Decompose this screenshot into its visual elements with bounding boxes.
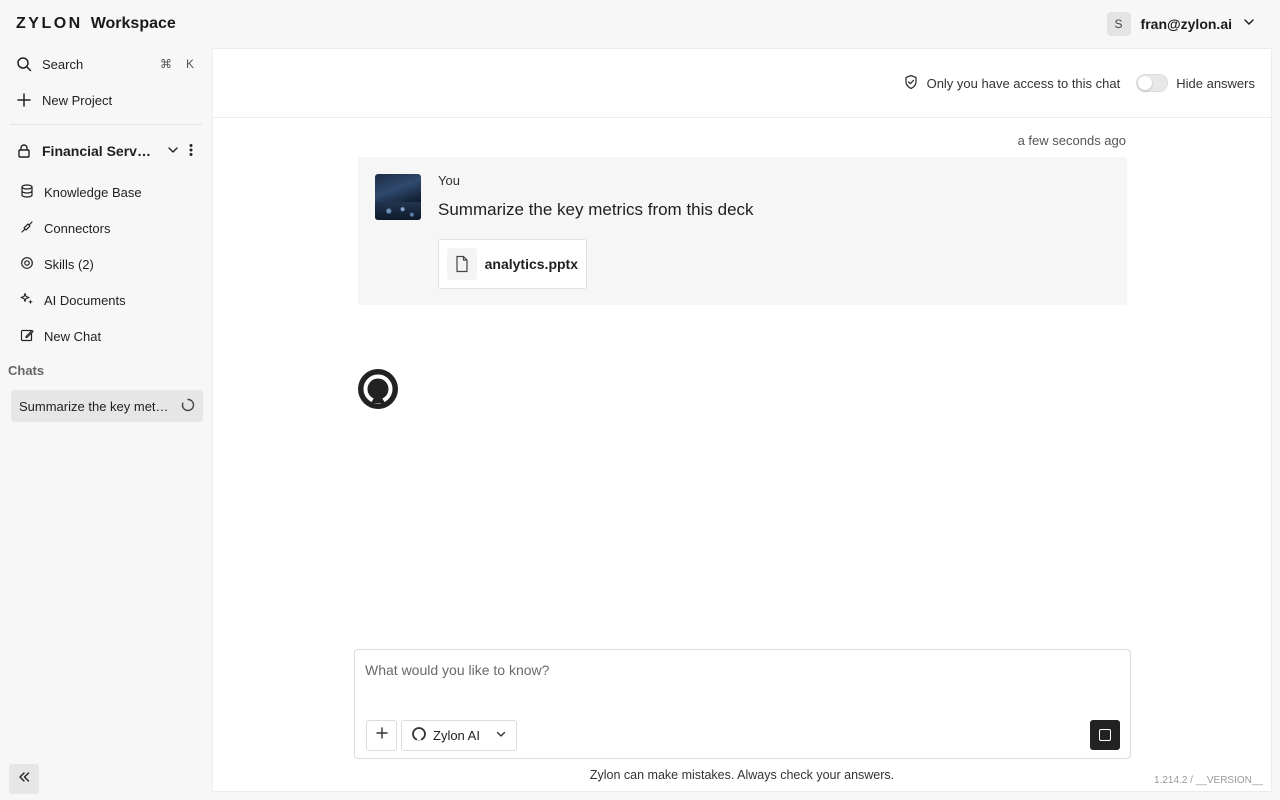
search-icon	[16, 56, 32, 72]
skills-icon	[20, 256, 34, 273]
stop-generation-button[interactable]	[1090, 720, 1120, 750]
new-project-button[interactable]: New Project	[8, 84, 202, 116]
shortcut-key: K	[185, 57, 194, 71]
file-icon	[447, 248, 477, 280]
access-label: Only you have access to this chat	[926, 75, 1121, 91]
project-header[interactable]: Financial Services	[8, 135, 202, 167]
project-actions	[166, 143, 194, 160]
new-project-label: New Project	[42, 92, 113, 108]
user-email: fran@zylon.ai	[1140, 16, 1232, 32]
chevron-down-icon	[495, 728, 507, 743]
shield-check-icon	[903, 74, 919, 93]
user-message-avatar	[375, 174, 421, 220]
collapse-sidebar-button[interactable]	[9, 764, 39, 794]
sidebar-item-label: Connectors	[44, 220, 111, 236]
message-author: You	[438, 173, 460, 188]
database-icon	[20, 183, 34, 201]
hide-answers-toggle[interactable]: Hide answers	[1136, 74, 1255, 92]
chat-header: Only you have access to this chat Hide a…	[213, 49, 1271, 118]
shortcut-modifier: ⌘	[159, 57, 172, 71]
attachment-file-name: analytics.pptx	[484, 256, 578, 272]
user-avatar: S	[1106, 12, 1131, 36]
model-name: Zylon AI	[433, 728, 480, 743]
edit-icon	[20, 328, 34, 345]
disclaimer-text: Zylon can make mistakes. Always check yo…	[589, 768, 895, 782]
version-label: 1.214.2 / __VERSION__	[1154, 775, 1263, 786]
project-name: Financial Services	[42, 143, 154, 159]
sidebar-divider	[10, 124, 202, 125]
user-menu[interactable]: S fran@zylon.ai	[1106, 12, 1256, 36]
sidebar-item-knowledge-base[interactable]: Knowledge Base	[12, 176, 202, 208]
sidebar: Search ⌘ K New Project Financial Service…	[0, 48, 212, 800]
add-attachment-button[interactable]	[366, 720, 397, 751]
brand-product-name: Workspace	[90, 15, 176, 32]
sidebar-item-label: AI Documents	[44, 292, 126, 308]
sidebar-item-label: New Chat	[44, 328, 102, 344]
brand-logo: ZYLON	[16, 15, 83, 32]
message-timestamp: a few seconds ago	[1017, 133, 1126, 148]
chat-title: Summarize the key metrics from this deck	[19, 398, 171, 414]
sidebar-item-label: Skills (2)	[44, 256, 94, 272]
project-expand-chevron-icon[interactable]	[166, 143, 180, 160]
project-more-options-icon[interactable]	[188, 143, 194, 160]
chevron-down-icon	[1242, 15, 1256, 34]
brand: ZYLON Workspace	[16, 15, 176, 33]
chat-list-item[interactable]: Summarize the key metrics from this deck	[11, 390, 203, 422]
file-attachment[interactable]: analytics.pptx	[438, 239, 587, 289]
model-logo-icon	[411, 726, 427, 745]
search-label: Search	[42, 56, 84, 72]
sidebar-item-label: Knowledge Base	[44, 184, 142, 200]
model-selector[interactable]: Zylon AI	[401, 720, 517, 751]
sparkles-icon	[20, 292, 34, 309]
message-composer: Zylon AI	[354, 649, 1131, 759]
message-input[interactable]	[365, 658, 1120, 682]
search-shortcut: ⌘ K	[160, 57, 194, 71]
search-button[interactable]: Search ⌘ K	[8, 48, 202, 80]
sidebar-item-ai-documents[interactable]: AI Documents	[12, 284, 202, 316]
user-message: You Summarize the key metrics from this …	[358, 157, 1127, 305]
chats-section-label: Chats	[8, 363, 45, 378]
toggle-switch[interactable]	[1136, 74, 1169, 92]
sidebar-item-new-chat[interactable]: New Chat	[12, 320, 202, 352]
hide-answers-label: Hide answers	[1176, 75, 1255, 91]
sidebar-item-connectors[interactable]: Connectors	[12, 212, 202, 244]
top-bar: ZYLON Workspace S fran@zylon.ai	[0, 0, 1280, 48]
plug-icon	[20, 220, 34, 237]
lock-icon	[16, 143, 32, 159]
double-chevron-left-icon	[17, 770, 31, 789]
loading-spinner-icon	[181, 398, 195, 415]
assistant-avatar-icon	[358, 369, 398, 409]
plus-icon	[16, 92, 32, 108]
chat-panel: Only you have access to this chat Hide a…	[212, 48, 1272, 792]
plus-icon	[375, 726, 389, 745]
stop-icon	[1099, 729, 1111, 741]
message-text: Summarize the key metrics from this deck	[438, 200, 754, 219]
sidebar-item-skills[interactable]: Skills (2)	[12, 248, 202, 280]
access-indicator: Only you have access to this chat	[903, 74, 1121, 93]
